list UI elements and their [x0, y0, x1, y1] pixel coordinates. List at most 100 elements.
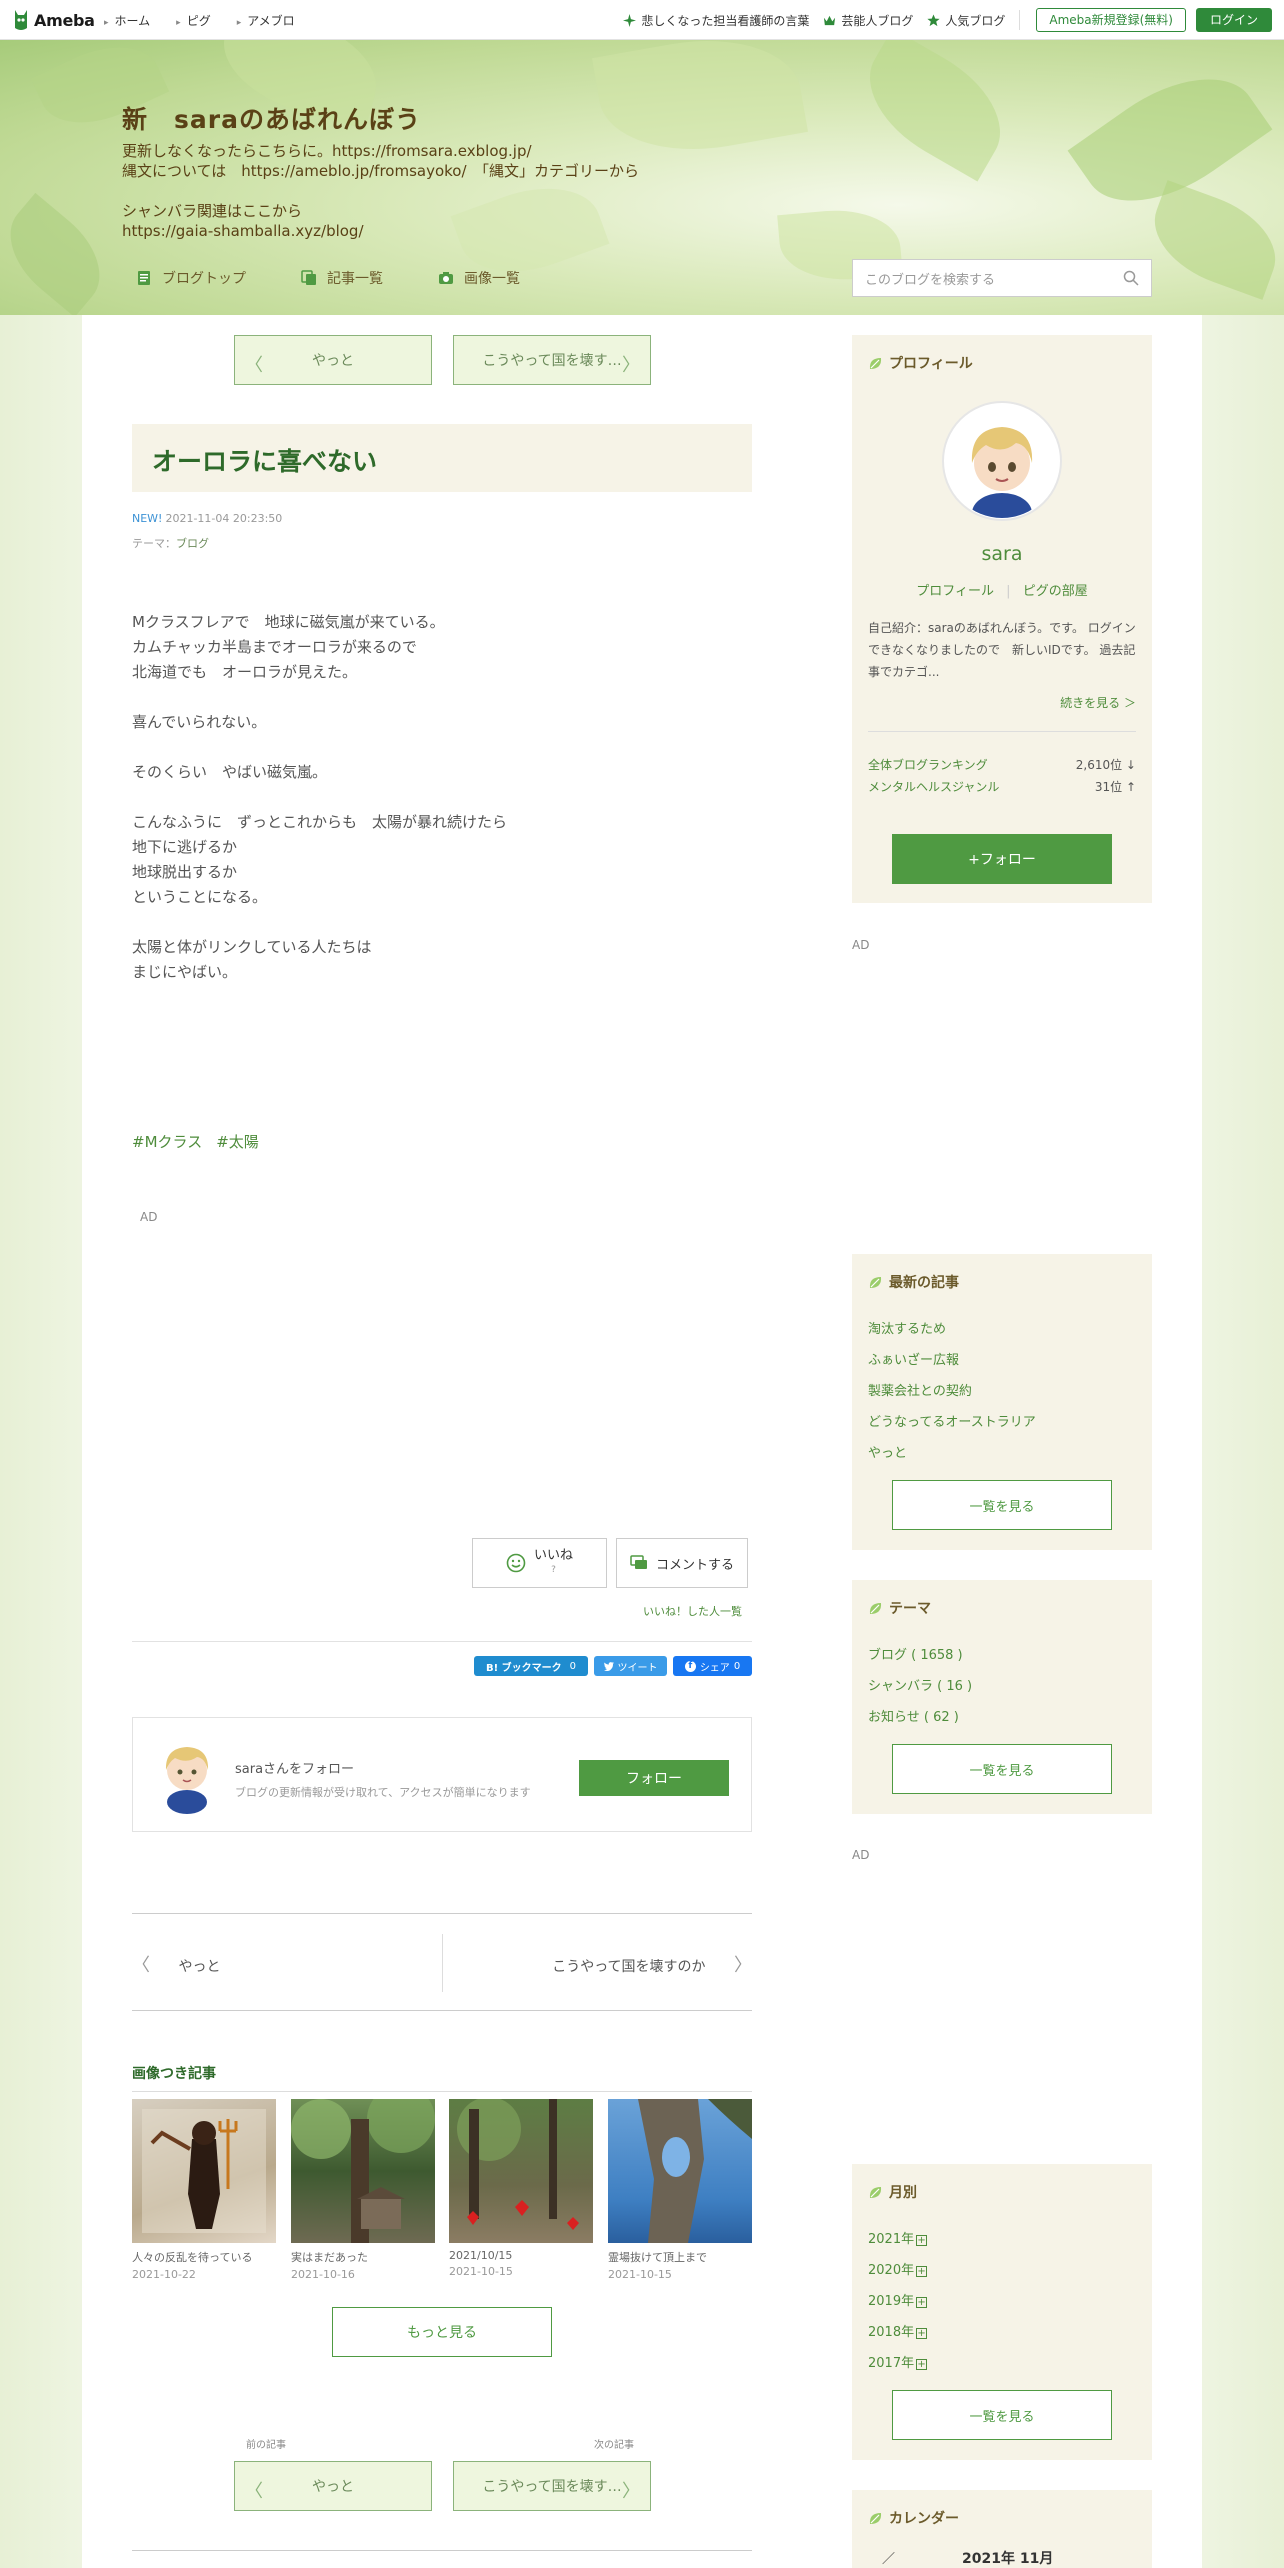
star-icon: [927, 13, 940, 26]
ameba-logo[interactable]: Ameba: [12, 8, 95, 32]
month-link[interactable]: 2020年 +: [868, 2261, 928, 2292]
search-icon[interactable]: [1123, 270, 1139, 286]
calendar-prev-icon[interactable]: ／: [882, 2548, 895, 2567]
comment-button[interactable]: コメントする: [616, 1538, 748, 1588]
article-thumbnail[interactable]: [449, 2099, 593, 2243]
bottom-prev-link[interactable]: 〈 やっと: [132, 1951, 220, 1977]
pick-link-celeb[interactable]: 芸能人ブログ: [823, 12, 913, 29]
recent-article-link[interactable]: ふぁいざー広報: [868, 1351, 1036, 1382]
tweet-button[interactable]: ツイート: [594, 1656, 667, 1676]
theme-link[interactable]: シャンバラ ( 16 ): [868, 1677, 972, 1708]
expand-plus-icon[interactable]: +: [916, 2328, 928, 2339]
profile-avatar[interactable]: [942, 401, 1062, 521]
hatena-bookmark-button[interactable]: B! ブックマーク 0: [474, 1656, 588, 1676]
body-line: そのくらい やばい磁気嵐。: [132, 763, 328, 781]
recent-article-link[interactable]: どうなってるオーストラリア: [868, 1413, 1036, 1444]
recent-article-link[interactable]: 淘汰するため: [868, 1320, 1036, 1351]
theme-link[interactable]: お知らせ ( 62 ): [868, 1708, 972, 1739]
next-article-button[interactable]: こうやって国を壊す… 〉: [453, 335, 651, 385]
expand-plus-icon[interactable]: +: [916, 2266, 928, 2277]
article-title[interactable]: オーロラに喜べない: [152, 442, 377, 478]
fb-count: 0: [733, 1660, 741, 1672]
recent-article-link[interactable]: やっと: [868, 1444, 1036, 1475]
global-nav: Ameba ホーム ピグ アメブロ 悲しくなった担当看護師の言葉 芸能人ブログ …: [0, 0, 1284, 40]
blog-top-link[interactable]: ブログトップ: [136, 268, 246, 288]
profile-heading-label: プロフィール: [889, 356, 973, 372]
article-thumbnail[interactable]: [291, 2099, 435, 2243]
chevron-left-icon: 〈: [245, 2481, 263, 2502]
hashtag-link[interactable]: #Mクラス: [132, 1131, 202, 1152]
themes-more-button[interactable]: 一覧を見る: [892, 1744, 1112, 1794]
article-list-link[interactable]: 記事一覧: [301, 268, 383, 288]
login-button[interactable]: ログイン: [1195, 8, 1272, 32]
like-button[interactable]: いいね ?: [472, 1538, 607, 1588]
global-nav-right: 悲しくなった担当看護師の言葉 芸能人ブログ 人気ブログ Ameba新規登録(無料…: [623, 8, 1272, 32]
blog-nav-label: ブログトップ: [162, 271, 246, 287]
blog-title[interactable]: 新 saraのあばれんぼう: [122, 100, 421, 136]
blog-search-input[interactable]: このブログを検索する: [852, 259, 1152, 297]
profile-more-link[interactable]: 続きを見る ＞: [1060, 694, 1136, 711]
recent-heading-label: 最新の記事: [889, 1275, 959, 1291]
recent-more-button[interactable]: 一覧を見る: [892, 1480, 1112, 1530]
profile-name[interactable]: sara: [852, 543, 1152, 565]
hashtag-link[interactable]: #太陽: [216, 1131, 259, 1152]
image-more-button[interactable]: もっと見る: [332, 2307, 552, 2357]
document-icon: [138, 271, 150, 285]
pick-link-popular[interactable]: 人気ブログ: [927, 12, 1005, 29]
calendar-box: カレンダー ／ 2021年 11月: [852, 2490, 1152, 2568]
image-article-card[interactable]: 人々の反乱を待っている 2021-10-22: [132, 2099, 276, 2281]
overall-ranking-link[interactable]: 全体ブログランキング: [868, 756, 988, 773]
new-badge: NEW!: [132, 512, 163, 525]
author-avatar[interactable]: [157, 1740, 217, 1814]
month-link[interactable]: 2017年 +: [868, 2354, 928, 2385]
divider: [868, 731, 1136, 732]
thumbnail-date: 2021-10-22: [132, 2268, 196, 2281]
nav-ameblo-link[interactable]: アメブロ: [237, 12, 294, 29]
expand-plus-icon[interactable]: +: [916, 2235, 928, 2246]
prev-article-button[interactable]: 〈 やっと: [234, 335, 432, 385]
nav-home-link[interactable]: ホーム: [104, 12, 151, 29]
prev-article-button[interactable]: 〈 やっと: [234, 2461, 432, 2511]
month-link[interactable]: 2019年 +: [868, 2292, 928, 2323]
next-article-button[interactable]: こうやって国を壊す… 〉: [453, 2461, 651, 2511]
body-line: [132, 910, 507, 935]
register-button[interactable]: Ameba新規登録(無料): [1036, 8, 1186, 32]
image-article-card[interactable]: 霊場抜けて頂上まで 2021-10-15: [608, 2099, 752, 2281]
body-line: まじにやばい。: [132, 963, 238, 981]
image-article-card[interactable]: 実はまだあった 2021-10-16: [291, 2099, 435, 2281]
month-link[interactable]: 2021年 +: [868, 2230, 928, 2261]
sidebar-follow-button[interactable]: +フォロー: [892, 834, 1112, 884]
month-link[interactable]: 2018年 +: [868, 2323, 928, 2354]
profile-link[interactable]: プロフィール: [916, 584, 994, 599]
ad-label: AD: [852, 1848, 870, 1862]
monthly-list: 2021年 + 2020年 + 2019年 + 2018年 + 2017年 +: [868, 2230, 928, 2385]
hatena-count: 0: [569, 1660, 577, 1672]
theme-link[interactable]: ブログ: [176, 537, 209, 550]
theme-link[interactable]: ブログ ( 1658 ): [868, 1646, 972, 1677]
facebook-share-button[interactable]: f シェア 0: [673, 1656, 752, 1676]
divider: [442, 1934, 443, 1992]
follow-button[interactable]: フォロー: [579, 1760, 729, 1796]
pigg-room-link[interactable]: ピグの部屋: [1023, 584, 1088, 599]
hatena-label: B! ブックマーク: [485, 1662, 562, 1674]
recent-list: 淘汰するため ふぁいざー広報 製薬会社との契約 どうなってるオーストラリア やっ…: [868, 1320, 1036, 1475]
genre-ranking-link[interactable]: メンタルヘルスジャンル: [868, 778, 999, 795]
recent-article-link[interactable]: 製薬会社との契約: [868, 1382, 1036, 1413]
themes-list: ブログ ( 1658 ) シャンバラ ( 16 ) お知らせ ( 62 ): [868, 1646, 972, 1739]
expand-plus-icon[interactable]: +: [916, 2297, 928, 2308]
article-thumbnail[interactable]: [608, 2099, 752, 2243]
bottom-next-link[interactable]: こうやって国を壊すのか 〉: [552, 1951, 752, 1977]
pick-link-nurse[interactable]: 悲しくなった担当看護師の言葉: [623, 12, 809, 29]
expand-plus-icon[interactable]: +: [916, 2359, 928, 2370]
hashtags: #Mクラス #太陽: [132, 1131, 259, 1152]
image-article-card[interactable]: 2021/10/15 2021-10-15: [449, 2099, 593, 2278]
nav-pigg-link[interactable]: ピグ: [176, 12, 211, 29]
body-line: [132, 785, 507, 810]
article-thumbnail[interactable]: [132, 2099, 276, 2243]
image-list-link[interactable]: 画像一覧: [438, 268, 520, 288]
calendar-heading: カレンダー: [868, 2508, 959, 2528]
profile-heading: プロフィール: [868, 353, 973, 373]
likes-list-link[interactable]: いいね！した人一覧: [643, 1603, 742, 1619]
calendar-month: 2021年 11月: [962, 2551, 1054, 2567]
monthly-more-button[interactable]: 一覧を見る: [892, 2390, 1112, 2440]
